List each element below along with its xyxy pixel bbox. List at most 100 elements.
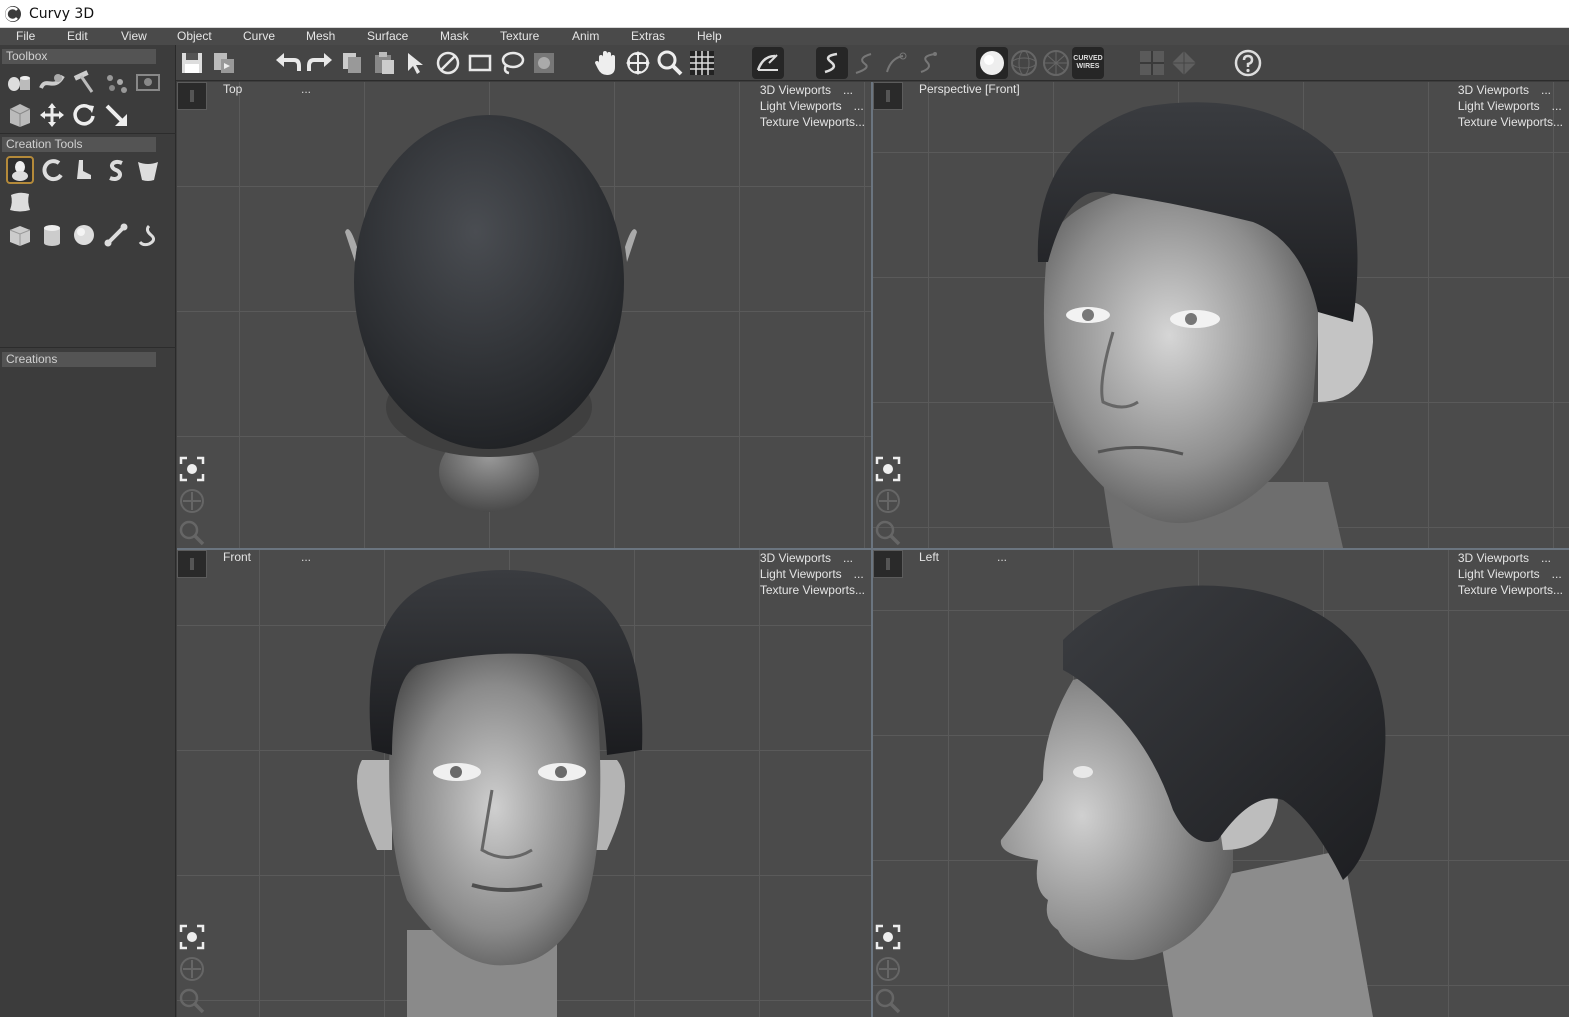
- viewport-front-options[interactable]: ...: [301, 550, 311, 564]
- shaded-sphere-icon[interactable]: [976, 47, 1008, 79]
- menu-light-viewports[interactable]: Light Viewports: [760, 98, 842, 114]
- extrude-tool-icon[interactable]: [70, 156, 98, 184]
- blob-tool-icon[interactable]: [6, 156, 34, 184]
- deselect-icon[interactable]: [432, 47, 464, 79]
- pan-view-icon[interactable]: [177, 486, 207, 516]
- menu-texture-viewports[interactable]: Texture Viewports...: [1458, 582, 1563, 598]
- tube-primitive-icon[interactable]: [134, 221, 162, 249]
- curve-draw-icon[interactable]: [816, 47, 848, 79]
- menu-light-viewports-dots[interactable]: ...: [1552, 566, 1562, 582]
- sphere-primitive-icon[interactable]: [70, 221, 98, 249]
- menu-curve[interactable]: Curve: [243, 28, 275, 45]
- curve-tool-2-icon[interactable]: [848, 47, 880, 79]
- curved-wires-button[interactable]: CURVED WIRES: [1072, 47, 1104, 79]
- mask-select-icon[interactable]: [528, 47, 560, 79]
- undo-icon[interactable]: [272, 47, 304, 79]
- viewport-horizontal-splitter[interactable]: [177, 548, 1569, 550]
- viewport-camera-button[interactable]: [873, 550, 903, 578]
- lathe-tool-icon[interactable]: [38, 156, 66, 184]
- wire-sphere-2-icon[interactable]: [1040, 47, 1072, 79]
- layout-diamond-icon[interactable]: [1168, 47, 1200, 79]
- menu-light-viewports-dots[interactable]: ...: [854, 566, 864, 582]
- viewport-perspective[interactable]: Perspective [Front] 3D Viewports... Ligh…: [873, 82, 1569, 548]
- viewport-top-options[interactable]: ...: [301, 82, 311, 96]
- menu-extras[interactable]: Extras: [631, 28, 665, 45]
- move-view-icon[interactable]: [622, 47, 654, 79]
- menu-3d-viewports[interactable]: 3D Viewports: [760, 82, 831, 98]
- menu-object[interactable]: Object: [177, 28, 212, 45]
- cylinder-primitive-icon[interactable]: [38, 221, 66, 249]
- viewport-left-options[interactable]: ...: [997, 550, 1007, 564]
- focus-view-icon[interactable]: [873, 922, 903, 952]
- toolbox-header[interactable]: Toolbox: [2, 49, 156, 64]
- export-icon[interactable]: [208, 47, 240, 79]
- hammer-tool-icon[interactable]: [70, 68, 98, 96]
- viewport-left[interactable]: Left ... 3D Viewports... Light Viewports…: [873, 550, 1569, 1017]
- menu-texture-viewports[interactable]: Texture Viewports...: [760, 582, 865, 598]
- box-select-icon[interactable]: [464, 47, 496, 79]
- menu-3d-viewports[interactable]: 3D Viewports: [1458, 82, 1529, 98]
- creations-header[interactable]: Creations: [2, 352, 156, 367]
- menu-mesh[interactable]: Mesh: [306, 28, 335, 45]
- viewport-camera-button[interactable]: [873, 82, 903, 110]
- zoom-view-icon[interactable]: [873, 518, 903, 548]
- redo-icon[interactable]: [304, 47, 336, 79]
- paste-icon[interactable]: [368, 47, 400, 79]
- lasso-select-icon[interactable]: [496, 47, 528, 79]
- menu-edit[interactable]: Edit: [67, 28, 88, 45]
- grid-icon[interactable]: [686, 47, 718, 79]
- menu-texture-viewports[interactable]: Texture Viewports...: [1458, 114, 1563, 130]
- rotate-tool-icon[interactable]: [70, 101, 98, 129]
- scatter-tool-icon[interactable]: [102, 68, 130, 96]
- zoom-icon[interactable]: [654, 47, 686, 79]
- focus-view-icon[interactable]: [177, 922, 207, 952]
- focus-view-icon[interactable]: [177, 454, 207, 484]
- pan-view-icon[interactable]: [873, 954, 903, 984]
- sculpt-tool-icon[interactable]: [38, 68, 66, 96]
- viewport-top[interactable]: Top ... 3D Viewports... Light Viewports.…: [177, 82, 871, 548]
- viewport-camera-button[interactable]: [177, 550, 207, 578]
- menu-texture[interactable]: Texture: [500, 28, 539, 45]
- curve-tool-3-icon[interactable]: [880, 47, 912, 79]
- object-tool-icon[interactable]: [6, 101, 34, 129]
- menu-3d-viewports-dots[interactable]: ...: [1541, 82, 1551, 98]
- copy-icon[interactable]: [336, 47, 368, 79]
- select-arrow-icon[interactable]: [400, 47, 432, 79]
- menu-surface[interactable]: Surface: [367, 28, 408, 45]
- scale-tool-icon[interactable]: [102, 101, 130, 129]
- viewport-camera-button[interactable]: [177, 82, 207, 110]
- menu-mask[interactable]: Mask: [440, 28, 469, 45]
- pan-view-icon[interactable]: [873, 486, 903, 516]
- move-tool-icon[interactable]: [38, 101, 66, 129]
- pan-view-icon[interactable]: [177, 954, 207, 984]
- menu-view[interactable]: View: [121, 28, 147, 45]
- wire-sphere-icon[interactable]: [1008, 47, 1040, 79]
- surface-tool-icon[interactable]: [6, 188, 34, 216]
- creation-tools-header[interactable]: Creation Tools: [2, 137, 156, 152]
- zoom-view-icon[interactable]: [177, 518, 207, 548]
- curve-tool-4-icon[interactable]: [912, 47, 944, 79]
- zoom-view-icon[interactable]: [177, 986, 207, 1016]
- zoom-view-icon[interactable]: [873, 986, 903, 1016]
- menu-help[interactable]: Help: [697, 28, 722, 45]
- spiral-tool-icon[interactable]: [102, 156, 130, 184]
- menu-light-viewports[interactable]: Light Viewports: [1458, 566, 1540, 582]
- cube-primitive-icon[interactable]: [6, 221, 34, 249]
- new-object-tool-icon[interactable]: [6, 68, 34, 96]
- menu-texture-viewports[interactable]: Texture Viewports...: [760, 114, 865, 130]
- menu-light-viewports[interactable]: Light Viewports: [1458, 98, 1540, 114]
- save-icon[interactable]: [176, 47, 208, 79]
- help-icon[interactable]: [1232, 47, 1264, 79]
- pan-hand-icon[interactable]: [590, 47, 622, 79]
- focus-view-icon[interactable]: [873, 454, 903, 484]
- menu-light-viewports-dots[interactable]: ...: [1552, 98, 1562, 114]
- bone-primitive-icon[interactable]: [102, 221, 130, 249]
- sweep-tool-icon[interactable]: [134, 156, 162, 184]
- menu-3d-viewports[interactable]: 3D Viewports: [760, 550, 831, 566]
- render-tool-icon[interactable]: [134, 68, 162, 96]
- menu-3d-viewports-dots[interactable]: ...: [843, 550, 853, 566]
- menu-3d-viewports-dots[interactable]: ...: [843, 82, 853, 98]
- layout-grid-icon[interactable]: [1136, 47, 1168, 79]
- menu-light-viewports[interactable]: Light Viewports: [760, 566, 842, 582]
- menu-3d-viewports[interactable]: 3D Viewports: [1458, 550, 1529, 566]
